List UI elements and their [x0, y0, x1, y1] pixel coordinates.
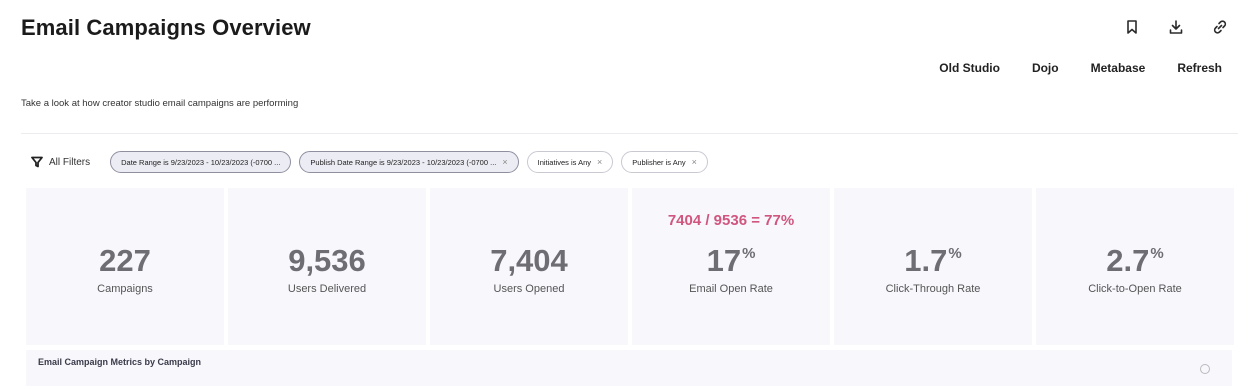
metric-label: Click-to-Open Rate [1088, 283, 1182, 295]
close-icon[interactable]: × [692, 157, 697, 167]
page-subtitle: Take a look at how creator studio email … [21, 98, 299, 109]
filter-chip-label: Publisher is Any [632, 157, 686, 167]
dojo-link[interactable]: Dojo [1032, 61, 1059, 75]
metric-label: Campaigns [97, 283, 153, 295]
metric-label: Click-Through Rate [885, 283, 981, 295]
metric-label: Users Opened [493, 283, 565, 295]
metric-value: 227 [99, 243, 151, 278]
metric-card-click-through-rate[interactable]: 1.7% Click-Through Rate [834, 188, 1032, 345]
metric-card-users-opened[interactable]: 7,404 Users Opened [430, 188, 628, 345]
filter-chip-publisher[interactable]: Publisher is Any × [621, 151, 708, 173]
filter-chip-date-range[interactable]: Date Range is 9/23/2023 - 10/23/2023 (-0… [110, 151, 292, 173]
divider [21, 133, 1238, 134]
filter-chip-label: Publish Date Range is 9/23/2023 - 10/23/… [310, 157, 497, 167]
page-title: Email Campaigns Overview [21, 15, 311, 40]
filter-chip-publish-date-range[interactable]: Publish Date Range is 9/23/2023 - 10/23/… [299, 151, 519, 173]
old-studio-link[interactable]: Old Studio [939, 61, 1000, 75]
metric-card-users-delivered[interactable]: 9,536 Users Delivered [228, 188, 426, 345]
metric-annotation: 7404 / 9536 = 77% [667, 212, 795, 229]
all-filters-label: All Filters [49, 156, 91, 168]
help-icon[interactable] [1200, 364, 1210, 374]
filter-chip-label: Date Range is 9/23/2023 - 10/23/2023 (-0… [121, 157, 281, 167]
bookmark-icon[interactable] [1122, 17, 1142, 37]
filter-icon [31, 156, 43, 168]
metric-value: 17% [706, 243, 756, 278]
metabase-link[interactable]: Metabase [1091, 61, 1146, 75]
panel-title: Email Campaign Metrics by Campaign [38, 357, 202, 367]
metric-value: 9,536 [288, 243, 366, 278]
metric-value: 2.7% [1106, 243, 1164, 278]
metric-label: Users Delivered [287, 283, 367, 295]
metric-value: 1.7% [904, 243, 962, 278]
close-icon[interactable]: × [597, 157, 602, 167]
metric-value: 7,404 [490, 243, 568, 278]
metric-card-click-to-open-rate[interactable]: 2.7% Click-to-Open Rate [1036, 188, 1234, 345]
link-icon[interactable] [1210, 17, 1230, 37]
metric-cards: 227 Campaigns 9,536 Users Delivered 7,40… [26, 188, 1234, 345]
nav-links: Old Studio Dojo Metabase Refresh [907, 61, 1222, 75]
filter-bar: All Filters Date Range is 9/23/2023 - 10… [31, 151, 708, 173]
download-icon[interactable] [1166, 17, 1186, 37]
campaign-metrics-panel: Email Campaign Metrics by Campaign [26, 350, 1232, 386]
close-icon[interactable]: × [502, 157, 507, 167]
metric-card-campaigns[interactable]: 227 Campaigns [26, 188, 224, 345]
filter-chip-initiatives[interactable]: Initiatives is Any × [526, 151, 614, 173]
all-filters-button[interactable]: All Filters [31, 156, 90, 168]
filter-chip-label: Initiatives is Any [537, 157, 591, 167]
metric-label: Email Open Rate [689, 283, 773, 295]
header-actions [1122, 17, 1230, 37]
refresh-link[interactable]: Refresh [1177, 61, 1222, 75]
metric-card-email-open-rate[interactable]: 7404 / 9536 = 77% 17% Email Open Rate [632, 188, 830, 345]
